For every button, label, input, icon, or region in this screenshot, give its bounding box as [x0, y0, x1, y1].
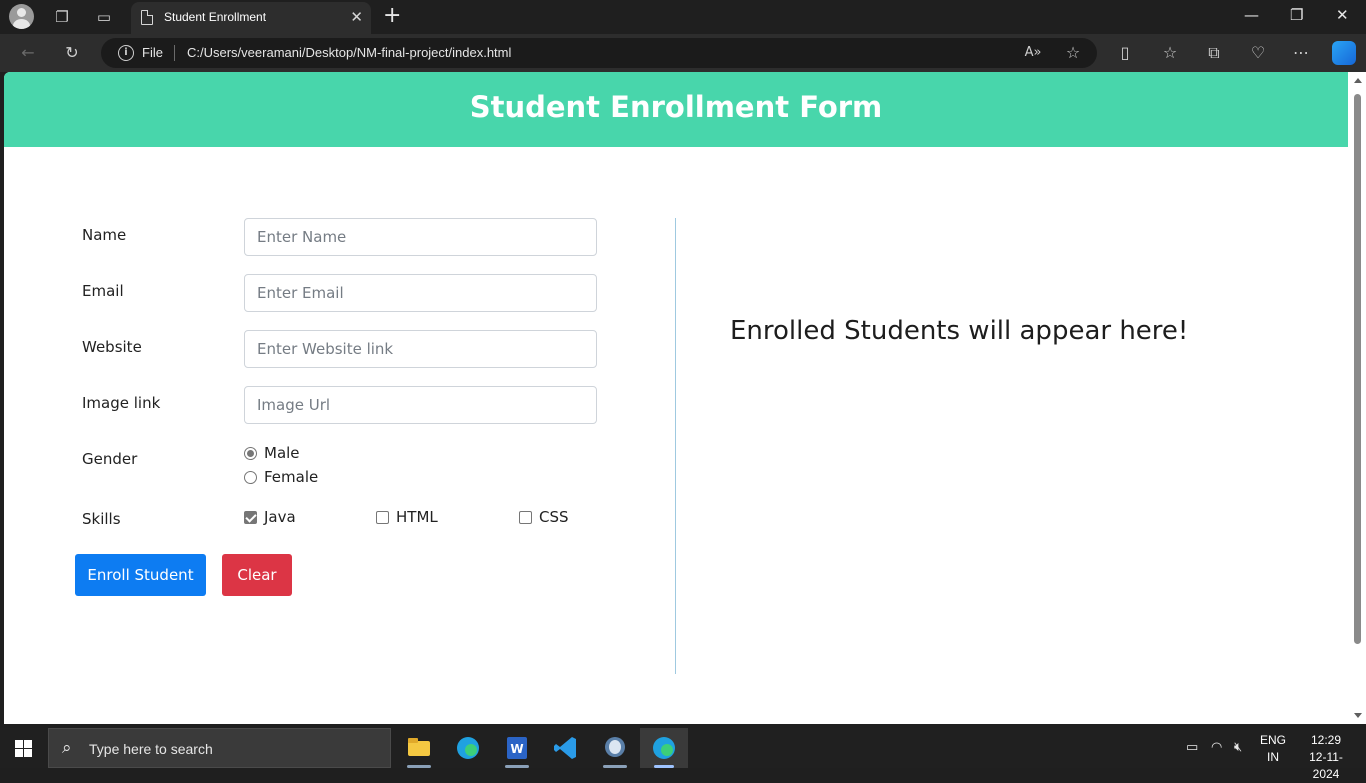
page-icon	[141, 10, 153, 25]
favorite-star-icon[interactable]: ☆	[1062, 43, 1084, 63]
address-bar[interactable]: i File C:/Users/veeramani/Desktop/NM-fin…	[101, 38, 1097, 68]
clock-time: 12:29	[1310, 733, 1342, 747]
split-screen-icon[interactable]: ▯	[1114, 43, 1136, 63]
page-header: Student Enrollment Form	[4, 72, 1348, 147]
edge-app-icon[interactable]	[444, 728, 492, 768]
female-radio[interactable]	[244, 470, 257, 484]
favorites-icon[interactable]: ☆	[1159, 43, 1181, 63]
css-label: CSS	[539, 508, 569, 526]
column-divider	[675, 218, 676, 674]
skill-option-css[interactable]: CSS	[519, 508, 569, 526]
gender-option-female[interactable]: Female	[244, 468, 318, 486]
address-scheme: File	[142, 45, 163, 60]
name-input[interactable]	[244, 218, 597, 256]
file-explorer-app-icon[interactable]	[395, 728, 443, 768]
scroll-thumb[interactable]	[1354, 94, 1361, 644]
java-checkbox[interactable]	[244, 510, 257, 524]
image-link-label: Image link	[82, 394, 161, 412]
email-label: Email	[82, 282, 124, 300]
website-label: Website	[82, 338, 142, 356]
battery-icon[interactable]: ▭	[1186, 740, 1198, 755]
male-label: Male	[264, 444, 300, 462]
search-placeholder: Type here to search	[89, 741, 213, 757]
name-label: Name	[82, 226, 127, 244]
skill-option-java[interactable]: Java	[244, 508, 296, 526]
browser-essentials-icon[interactable]: ♡	[1247, 43, 1269, 63]
collections-icon[interactable]: ⧉	[1203, 43, 1225, 63]
page-scrollbar[interactable]	[1348, 72, 1366, 724]
taskbar-search-box[interactable]: ⌕ Type here to search	[48, 728, 391, 768]
window-close-icon[interactable]: ✕	[1336, 6, 1349, 24]
postgresql-app-icon[interactable]	[591, 728, 639, 768]
more-menu-icon[interactable]: ⋯	[1290, 43, 1312, 63]
language-indicator[interactable]: ENG IN	[1258, 732, 1288, 766]
html-checkbox[interactable]	[376, 510, 389, 524]
page-title: Student Enrollment Form	[469, 90, 883, 124]
minimize-icon[interactable]: —	[1244, 6, 1259, 24]
workspaces-icon[interactable]: ❐	[52, 7, 72, 27]
site-info-icon[interactable]: i	[118, 45, 134, 61]
address-url[interactable]: C:/Users/veeramani/Desktop/NM-final-proj…	[187, 45, 511, 60]
wifi-icon[interactable]: ◠	[1211, 740, 1222, 755]
gender-label: Gender	[82, 450, 138, 468]
clock-date: 12-11-2024	[1309, 750, 1343, 781]
windows-start-icon[interactable]	[15, 740, 32, 757]
tab-student-enrollment[interactable]: Student Enrollment ✕	[131, 2, 371, 34]
new-tab-icon[interactable]: +	[383, 4, 401, 28]
restore-icon[interactable]: ❐	[1290, 6, 1303, 24]
gender-option-male[interactable]: Male	[244, 444, 300, 462]
enrolled-students-placeholder: Enrolled Students will appear here!	[730, 316, 1189, 346]
language-line2: IN	[1267, 750, 1279, 764]
edge-active-app-icon[interactable]	[640, 728, 688, 768]
profile-avatar-icon[interactable]	[9, 4, 34, 29]
skills-label: Skills	[82, 510, 121, 528]
tab-actions-icon[interactable]: ▭	[94, 7, 114, 27]
browser-toolbar: ← ↻ i File C:/Users/veeramani/Desktop/NM…	[0, 34, 1366, 72]
volume-muted-icon[interactable]: 🔇︎	[1234, 740, 1242, 755]
word-app-icon[interactable]: W	[493, 728, 541, 768]
website-input[interactable]	[244, 330, 597, 368]
tab-title: Student Enrollment	[164, 10, 267, 24]
email-input[interactable]	[244, 274, 597, 312]
enroll-student-button[interactable]: Enroll Student	[75, 554, 206, 596]
scroll-down-icon[interactable]	[1354, 713, 1362, 718]
image-url-input[interactable]	[244, 386, 597, 424]
close-tab-icon[interactable]: ✕	[350, 8, 363, 26]
refresh-icon[interactable]: ↻	[61, 43, 83, 63]
female-label: Female	[264, 468, 319, 486]
browser-tab-bar: ❐ ▭ Student Enrollment ✕ + — ❐ ✕	[0, 0, 1366, 34]
address-separator	[174, 45, 175, 61]
scroll-up-icon[interactable]	[1354, 78, 1362, 83]
html-label: HTML	[396, 508, 438, 526]
back-icon[interactable]: ←	[17, 43, 39, 63]
clear-button[interactable]: Clear	[222, 554, 292, 596]
taskbar-clock[interactable]: 12:29 12-11-2024	[1296, 732, 1356, 783]
male-radio[interactable]	[244, 446, 257, 460]
windows-taskbar: ⌕ Type here to search W ▭ ◠ 🔇︎ ENG IN 12…	[0, 728, 1366, 781]
java-label: Java	[264, 508, 296, 526]
language-line1: ENG	[1259, 733, 1286, 747]
svg-text:W: W	[510, 742, 523, 756]
skill-option-html[interactable]: HTML	[376, 508, 438, 526]
copilot-icon[interactable]	[1332, 41, 1356, 65]
search-icon: ⌕	[62, 738, 72, 758]
vscode-app-icon[interactable]	[542, 728, 590, 768]
css-checkbox[interactable]	[519, 510, 532, 524]
page-viewport: Student Enrollment Form Name Email Websi…	[4, 72, 1348, 724]
read-aloud-icon[interactable]: A»	[1022, 43, 1044, 63]
